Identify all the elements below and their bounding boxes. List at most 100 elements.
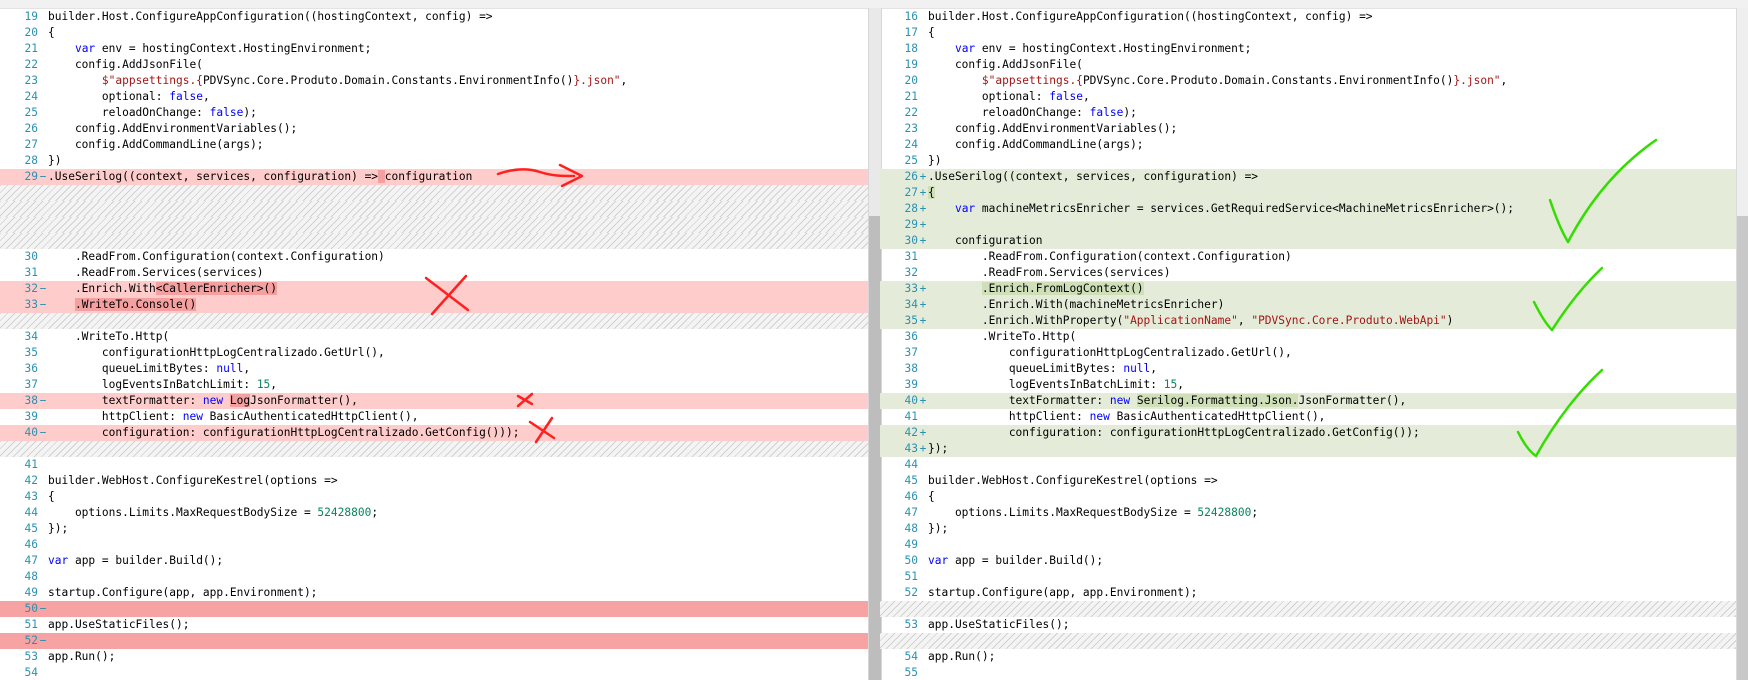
code-token: Serilog.Formatting.Json. (1136, 394, 1299, 407)
code-token: builder.WebHost.ConfigureKestrel(options… (928, 474, 1218, 487)
modified-code-line[interactable]: 34 + .Enrich.With(machineMetricsEnricher) (880, 297, 1748, 313)
original-code-line[interactable]: 34 .WriteTo.Http( (0, 329, 868, 345)
original-code-line[interactable]: 42 builder.WebHost.ConfigureKestrel(optio… (0, 473, 868, 489)
diff-gap-placeholder[interactable] (880, 601, 1748, 617)
modified-code-line[interactable]: 35 + .Enrich.WithProperty("ApplicationNam… (880, 313, 1748, 329)
diff-gap-placeholder[interactable] (880, 633, 1748, 649)
modified-code-line[interactable]: 54 app.Run(); (880, 649, 1748, 665)
code-token: { (928, 186, 935, 199)
diff-gap-placeholder[interactable] (0, 217, 868, 233)
original-code-line[interactable]: 36 queueLimitBytes: null, (0, 361, 868, 377)
original-code-line[interactable]: 19 builder.Host.ConfigureAppConfiguration… (0, 9, 868, 25)
modified-code-line[interactable]: 44 (880, 457, 1748, 473)
original-code-line[interactable]: 23 $"appsettings.{PDVSync.Core.Produto.D… (0, 73, 868, 89)
modified-code-line[interactable]: 18 var env = hostingContext.HostingEnvir… (880, 41, 1748, 57)
original-code-line[interactable]: 30 .ReadFrom.Configuration(context.Confi… (0, 249, 868, 265)
original-code-line[interactable]: 41 (0, 457, 868, 473)
modified-code-line[interactable]: 55 (880, 665, 1748, 680)
modified-code-line[interactable]: 38 queueLimitBytes: null, (880, 361, 1748, 377)
modified-code-line[interactable]: 48}); (880, 521, 1748, 537)
modified-code-line[interactable]: 40 + textFormatter: new Serilog.Formattin… (880, 393, 1748, 409)
modified-code-line[interactable]: 25}) (880, 153, 1748, 169)
modified-code-line[interactable]: 43 +}); (880, 441, 1748, 457)
modified-code-line[interactable]: 41 httpClient: new BasicAuthenticatedHtt… (880, 409, 1748, 425)
modified-code-line[interactable]: 53 app.UseStaticFiles(); (880, 617, 1748, 633)
original-code-line[interactable]: 27 config.AddCommandLine(args); (0, 137, 868, 153)
modified-code-line[interactable]: 23 config.AddEnvironmentVariables(); (880, 121, 1748, 137)
original-code-line[interactable]: 25 reloadOnChange: false); (0, 105, 868, 121)
diff-gap-placeholder[interactable] (0, 201, 868, 217)
original-code-line[interactable]: 20 { (0, 25, 868, 41)
line-number: 19 (24, 10, 38, 23)
modified-code-line[interactable]: 47 options.Limits.MaxRequestBodySize = 5… (880, 505, 1748, 521)
original-code-line[interactable]: 26 config.AddEnvironmentVariables(); (0, 121, 868, 137)
modified-code-line[interactable]: 22 reloadOnChange: false); (880, 105, 1748, 121)
modified-code-line[interactable]: 27 +{ (880, 185, 1748, 201)
modified-code-line[interactable]: 29 + (880, 217, 1748, 233)
original-code-line[interactable]: 31 .ReadFrom.Services(services) (0, 265, 868, 281)
original-code-line[interactable]: 39 httpClient: new BasicAuthenticatedHtt… (0, 409, 868, 425)
original-code-line[interactable]: 40− configuration: configurationHttpLogC… (0, 425, 868, 441)
original-code-line[interactable]: 51 app.UseStaticFiles(); (0, 617, 868, 633)
modified-code-line[interactable]: 28 + var machineMetricsEnricher = service… (880, 201, 1748, 217)
diff-pane-modified[interactable]: 16 builder.Host.ConfigureAppConfiguration… (880, 8, 1748, 680)
modified-code-line[interactable]: 17 { (880, 25, 1748, 41)
modified-code-line[interactable]: 36 .WriteTo.Http( (880, 329, 1748, 345)
modified-code-line[interactable]: 32 .ReadFrom.Services(services) (880, 265, 1748, 281)
original-code-line[interactable]: 50− (0, 601, 868, 617)
diff-pane-original[interactable]: 19 builder.Host.ConfigureAppConfiguration… (0, 8, 868, 680)
original-code-line[interactable]: 49 startup.Configure(app, app.Environment… (0, 585, 868, 601)
original-code-line[interactable]: 35 configurationHttpLogCentralizado.GetU… (0, 345, 868, 361)
modified-code-line[interactable]: 30 + configuration (880, 233, 1748, 249)
modified-code-line[interactable]: 33 + .Enrich.FromLogContext() (880, 281, 1748, 297)
modified-code-line[interactable]: 52 startup.Configure(app, app.Environment… (880, 585, 1748, 601)
modified-code-line[interactable]: 20 $"appsettings.{PDVSync.Core.Produto.D… (880, 73, 1748, 89)
line-number: 26 (904, 170, 918, 183)
modified-code-line[interactable]: 42 + configuration: configurationHttpLogC… (880, 425, 1748, 441)
original-code-line[interactable]: 32− .Enrich.With<CallerEnricher>() (0, 281, 868, 297)
modified-code-line[interactable]: 21 optional: false, (880, 89, 1748, 105)
original-code-line[interactable]: 37 logEventsInBatchLimit: 15, (0, 377, 868, 393)
original-code-line[interactable]: 46 (0, 537, 868, 553)
original-code-line[interactable]: 33− .WriteTo.Console() (0, 297, 868, 313)
right-vertical-scrollbar[interactable] (1736, 8, 1748, 680)
original-code-line[interactable]: 47 var app = builder.Build(); (0, 553, 868, 569)
modified-code-line[interactable]: 46 { (880, 489, 1748, 505)
original-code-line[interactable]: 54 (0, 665, 868, 680)
diff-gap-placeholder[interactable] (0, 233, 868, 249)
modified-code-line[interactable]: 49 (880, 537, 1748, 553)
code-token: { (48, 26, 55, 39)
scrollbar-thumb-right[interactable] (1737, 216, 1748, 680)
modified-code-line[interactable]: 31 .ReadFrom.Configuration(context.Confi… (880, 249, 1748, 265)
modified-code-line[interactable]: 19 config.AddJsonFile( (880, 57, 1748, 73)
original-code-line[interactable]: 45}); (0, 521, 868, 537)
modified-code-line[interactable]: 50 var app = builder.Build(); (880, 553, 1748, 569)
original-code-line[interactable]: 28}) (0, 153, 868, 169)
original-code-line[interactable]: 48 (0, 569, 868, 585)
modified-code-line[interactable]: 51 (880, 569, 1748, 585)
original-code-line[interactable]: 38− textFormatter: new LogJsonFormatter(… (0, 393, 868, 409)
code-token: false (1089, 106, 1124, 119)
original-code-line[interactable]: 22 config.AddJsonFile( (0, 57, 868, 73)
modified-code-line[interactable]: 37 configurationHttpLogCentralizado.GetU… (880, 345, 1748, 361)
code-token: false (209, 106, 244, 119)
modified-code-line[interactable]: 39 logEventsInBatchLimit: 15, (880, 377, 1748, 393)
original-code-line[interactable]: 43 { (0, 489, 868, 505)
modified-code-line[interactable]: 45 builder.WebHost.ConfigureKestrel(optio… (880, 473, 1748, 489)
modified-code-line[interactable]: 16 builder.Host.ConfigureAppConfiguration… (880, 9, 1748, 25)
modified-code-line[interactable]: 26 + .UseSerilog((context, services, confi… (880, 169, 1748, 185)
original-code-line[interactable]: 24 optional: false, (0, 89, 868, 105)
original-code-line[interactable]: 53 app.Run(); (0, 649, 868, 665)
original-code-line[interactable]: 21 var env = hostingContext.HostingEnvir… (0, 41, 868, 57)
diff-gap-placeholder[interactable] (0, 441, 868, 457)
modified-code-line[interactable]: 24 config.AddCommandLine(args); (880, 137, 1748, 153)
code-token: , (1237, 314, 1252, 327)
original-code-line[interactable]: 52− (0, 633, 868, 649)
diff-gap-placeholder[interactable] (0, 313, 868, 329)
diff-gap-placeholder[interactable] (0, 185, 868, 201)
original-code-line[interactable]: 44 options.Limits.MaxRequestBodySize = 5… (0, 505, 868, 521)
line-number: 46 (24, 538, 38, 551)
code-text: logEventsInBatchLimit: 15, (48, 377, 277, 393)
original-code-line[interactable]: 29− .UseSerilog((context, services, confi… (0, 169, 868, 185)
